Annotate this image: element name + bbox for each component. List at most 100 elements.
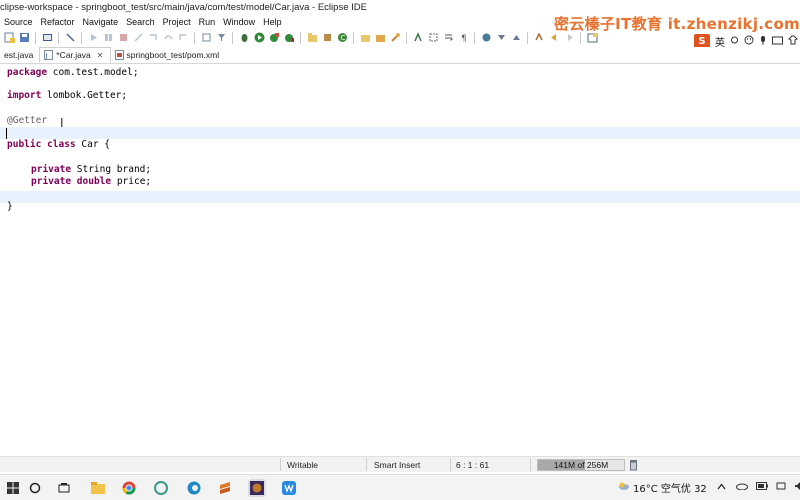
- keyword: double: [76, 176, 112, 187]
- tab-test-java[interactable]: est.java: [0, 47, 39, 63]
- step-over-icon[interactable]: [162, 32, 174, 44]
- wps-icon[interactable]: [280, 479, 298, 497]
- status-divider: [280, 458, 281, 471]
- tab-car-java[interactable]: J *Car.java ✕: [39, 47, 111, 63]
- task-view-icon[interactable]: [55, 479, 73, 497]
- menu-refactor[interactable]: Refactor: [37, 17, 79, 27]
- last-edit-location-icon[interactable]: [533, 32, 545, 44]
- step-return-icon[interactable]: [177, 32, 189, 44]
- code-line-import: import lombok.Getter;: [7, 90, 127, 102]
- status-writable: Writable: [287, 459, 319, 470]
- start-icon[interactable]: [4, 479, 22, 497]
- code-text: com.test.model;: [47, 67, 139, 78]
- status-bar: Writable Smart Insert 6 : 1 : 61 141M of…: [0, 456, 800, 472]
- new-package-icon[interactable]: [321, 32, 333, 44]
- network-icon[interactable]: [776, 481, 786, 494]
- code-line-annotation: @Getter: [7, 115, 47, 127]
- show-whitespace-icon[interactable]: ¶: [457, 32, 469, 44]
- menu-source[interactable]: Source: [0, 17, 37, 27]
- app-icon[interactable]: [152, 479, 170, 497]
- menu-window[interactable]: Window: [219, 17, 259, 27]
- external-tools-icon[interactable]: [283, 32, 295, 44]
- mouse-ibeam-cursor-icon: I: [60, 116, 64, 130]
- next-annotation-icon[interactable]: [495, 32, 507, 44]
- search-taskbar-icon[interactable]: [26, 479, 44, 497]
- show-in-breadcrumb-icon[interactable]: [480, 32, 492, 44]
- svg-text:J: J: [45, 52, 48, 60]
- code-line-field-brand: private String brand;: [31, 164, 151, 176]
- garbage-collect-icon[interactable]: [629, 459, 639, 471]
- heap-label: 141M of 256M: [553, 460, 609, 470]
- terminate-icon[interactable]: [117, 32, 129, 44]
- file-explorer-icon[interactable]: [89, 479, 107, 497]
- annotation: @Getter: [7, 115, 48, 126]
- new-icon[interactable]: [3, 32, 15, 44]
- run-icon[interactable]: [253, 32, 265, 44]
- code-text: price;: [111, 176, 152, 187]
- menu-search[interactable]: Search: [122, 17, 159, 27]
- ime-logo[interactable]: S: [694, 34, 710, 48]
- suspend-icon[interactable]: [102, 32, 114, 44]
- status-insert-mode[interactable]: Smart Insert: [374, 457, 420, 472]
- menu-help[interactable]: Help: [259, 17, 286, 27]
- toolbar-divider: [300, 31, 301, 44]
- previous-annotation-icon[interactable]: [510, 32, 522, 44]
- editor-tab-bar: est.java J *Car.java ✕ springboot_test/p…: [0, 47, 800, 64]
- status-cursor-position: 6 : 1 : 61: [456, 459, 490, 470]
- text-caret: [6, 128, 7, 139]
- save-icon[interactable]: [18, 32, 30, 44]
- disconnect-icon[interactable]: [132, 32, 144, 44]
- toolbar-divider: [58, 31, 59, 44]
- volume-icon[interactable]: [794, 481, 800, 494]
- code-editor[interactable]: package com.test.model; import lombok.Ge…: [0, 64, 800, 440]
- onedrive-icon[interactable]: [735, 482, 748, 493]
- word-wrap-icon[interactable]: [442, 32, 454, 44]
- close-tab-icon[interactable]: ✕: [97, 51, 104, 60]
- step-into-icon[interactable]: [147, 32, 159, 44]
- show-hidden-icons-icon[interactable]: [717, 482, 726, 493]
- back-icon[interactable]: [548, 32, 560, 44]
- eclipse-window: clipse-workspace - springboot_test/src/m…: [0, 0, 800, 500]
- code-line-close-brace: }: [7, 201, 13, 213]
- open-type-icon[interactable]: [359, 32, 371, 44]
- chrome-icon[interactable]: [120, 479, 138, 497]
- new-class-icon[interactable]: C: [336, 32, 348, 44]
- toggle-block-selection-icon[interactable]: [427, 32, 439, 44]
- use-step-filters-icon[interactable]: [215, 32, 227, 44]
- weather-text[interactable]: 16°C 空气优 32: [633, 480, 707, 495]
- terminal-icon[interactable]: [41, 32, 53, 44]
- forward-icon[interactable]: [563, 32, 575, 44]
- tab-pom-xml[interactable]: springboot_test/pom.xml: [111, 47, 226, 63]
- battery-icon[interactable]: [755, 482, 768, 493]
- edge-icon[interactable]: [185, 479, 203, 497]
- toolbar-divider: [232, 31, 233, 44]
- keyword: class: [47, 139, 76, 150]
- keyword: private: [31, 176, 72, 187]
- coverage-icon[interactable]: [268, 32, 280, 44]
- search-icon[interactable]: [389, 32, 401, 44]
- toolbar-divider: [527, 31, 528, 44]
- drop-to-frame-icon[interactable]: [200, 32, 212, 44]
- eclipse-taskbar-icon[interactable]: [248, 479, 266, 497]
- skip-breakpoints-icon[interactable]: [64, 32, 76, 44]
- debug-icon[interactable]: [238, 32, 250, 44]
- toggle-mark-occurrences-icon[interactable]: [412, 32, 424, 44]
- keyword: public: [7, 139, 42, 150]
- menu-run[interactable]: Run: [195, 17, 220, 27]
- code-line-class-decl: public class Car {: [7, 139, 110, 151]
- toolbar-divider: [580, 31, 581, 44]
- heap-status[interactable]: 141M of 256M: [537, 459, 625, 471]
- current-line-highlight: [0, 191, 800, 203]
- sublime-icon[interactable]: [216, 479, 234, 497]
- current-line-highlight-row: [0, 127, 800, 139]
- keyword: private: [31, 164, 72, 175]
- resume-icon[interactable]: [87, 32, 99, 44]
- toolbar-divider: [474, 31, 475, 44]
- new-java-project-icon[interactable]: [306, 32, 318, 44]
- open-perspective-icon[interactable]: [586, 32, 598, 44]
- open-task-icon[interactable]: [374, 32, 386, 44]
- toolbar-divider: [406, 31, 407, 44]
- menu-project[interactable]: Project: [159, 17, 195, 27]
- toolbar-divider: [35, 31, 36, 44]
- menu-navigate[interactable]: Navigate: [79, 17, 123, 27]
